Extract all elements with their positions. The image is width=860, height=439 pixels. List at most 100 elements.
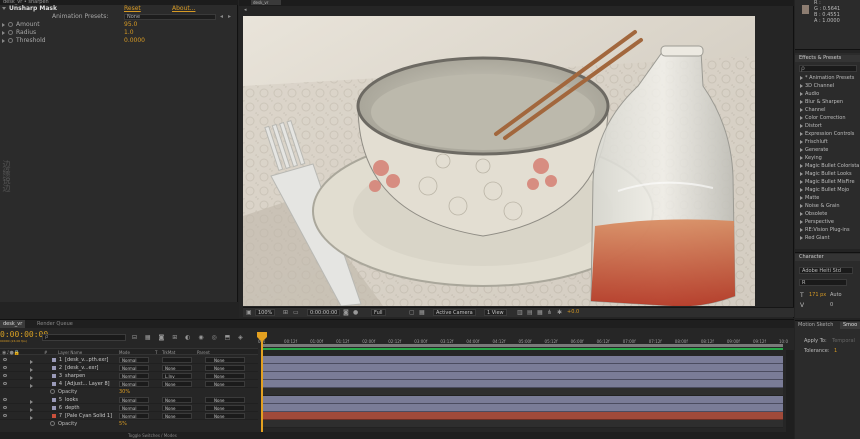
roi-icon[interactable]: ▢ [409, 309, 415, 316]
layer-name[interactable]: [Adjust... Layer 8] [65, 380, 110, 388]
effects-category[interactable]: Blur & Sharpen [800, 98, 843, 106]
layer-duration-bar[interactable] [262, 396, 783, 404]
presets-dropdown[interactable]: None [124, 14, 216, 20]
stopwatch-icon[interactable] [8, 37, 15, 45]
stopwatch-icon[interactable] [50, 420, 57, 428]
timeline-tab-comp[interactable]: desk_vr [0, 320, 26, 328]
timeline-search-input[interactable]: ρ [42, 334, 126, 341]
mode-dropdown[interactable]: Normal [119, 397, 149, 403]
menu-arrow-icon[interactable]: ◂ [244, 7, 252, 13]
stopwatch-icon[interactable] [50, 388, 57, 396]
effects-category[interactable]: Magic Bullet MisFire [800, 178, 855, 186]
eye-icon[interactable] [3, 374, 7, 377]
about-link[interactable]: About... [172, 5, 195, 13]
layer-duration-bar[interactable] [262, 412, 783, 420]
mode-dropdown[interactable]: Normal [119, 373, 149, 379]
effects-category[interactable]: Channel [800, 106, 826, 114]
layer-name[interactable]: sharpen [65, 372, 85, 380]
parent-dropdown[interactable]: None [205, 397, 245, 403]
stopwatch-icon[interactable] [8, 29, 15, 37]
layer-duration-bar[interactable] [262, 356, 783, 364]
camera-icon[interactable]: ◙ [343, 309, 349, 316]
composition-tab[interactable]: desk_vr [251, 0, 281, 5]
exposure-value[interactable]: +0.0 [567, 309, 579, 316]
zoom-dropdown[interactable]: 100% [255, 309, 276, 316]
work-area-bar[interactable] [262, 344, 783, 347]
timeline-switches-icons[interactable]: ⊟ ▦ ◙ ⊞ ◐ ◉ ◎ ⬒ ◈ [132, 334, 252, 342]
mode-dropdown[interactable]: Normal [119, 365, 149, 371]
channel-icon[interactable]: ● [353, 309, 358, 316]
effects-category[interactable]: Expression Controls [800, 130, 854, 138]
parent-dropdown[interactable]: None [205, 365, 245, 371]
trkmat-dropdown[interactable]: None [162, 405, 192, 411]
eye-icon[interactable] [3, 382, 7, 385]
effects-category[interactable]: Color Correction [800, 114, 846, 122]
font-size-value[interactable]: 171 px [809, 292, 826, 298]
effects-category[interactable]: Magic Bullet Looks [800, 170, 852, 178]
effects-category[interactable]: Noise & Grain [800, 202, 840, 210]
effects-category[interactable]: Red Giant [800, 234, 830, 242]
parent-dropdown[interactable]: None [205, 413, 245, 419]
trkmat-dropdown[interactable]: None [162, 365, 192, 371]
effects-category[interactable]: Perspective [800, 218, 834, 226]
mode-dropdown[interactable]: Normal [119, 357, 149, 363]
eye-icon[interactable] [3, 406, 7, 409]
eye-icon[interactable] [3, 366, 7, 369]
fast-preview-icon[interactable]: ▤ [527, 309, 533, 316]
apply-to-dropdown[interactable]: Temporal [832, 338, 855, 344]
reset-exposure-icon[interactable]: ✱ [557, 309, 562, 316]
timeline-icon[interactable]: ▦ [537, 309, 543, 316]
layer-name[interactable]: [desk_v...exr] [65, 364, 99, 372]
current-time-indicator[interactable] [261, 332, 263, 439]
transparency-grid-icon[interactable]: ▦ [419, 309, 425, 316]
timeline-scrollbar[interactable] [786, 350, 794, 432]
parent-dropdown[interactable]: None [205, 381, 245, 387]
effects-category[interactable]: 3D Channel [800, 82, 834, 90]
layer-duration-bar[interactable] [262, 404, 783, 412]
motion-sketch-tab[interactable]: Motion Sketch [795, 322, 839, 329]
grid-icon[interactable]: ⊞ [283, 309, 288, 316]
effects-presets-tab[interactable]: Effects & Presets [795, 55, 860, 62]
layer-name[interactable]: looks [65, 396, 78, 404]
effects-search-input[interactable]: ρ [799, 65, 857, 72]
preset-next-icon[interactable]: ▸ [228, 13, 231, 21]
layer-duration-bar[interactable] [262, 364, 783, 372]
layer-row[interactable]: 4 [Adjust... Layer 8] Normal None None [0, 380, 258, 388]
layer-duration-bar[interactable] [262, 380, 783, 388]
effects-category[interactable]: Magic Bullet Colorista [800, 162, 859, 170]
reset-link[interactable]: Reset [124, 5, 141, 13]
timeline-tab-render-queue[interactable]: Render Queue [34, 320, 76, 328]
layer-row[interactable]: 6 depth Normal None None [0, 404, 258, 412]
camera-dropdown[interactable]: Active Camera [433, 309, 476, 316]
trkmat-dropdown[interactable]: None [162, 397, 192, 403]
mask-icon[interactable]: ▭ [293, 309, 299, 316]
tolerance-value[interactable]: 1 [834, 348, 837, 354]
effects-category[interactable]: Keying [800, 154, 822, 162]
fx-icon[interactable] [2, 5, 9, 13]
layer-name[interactable]: [Pale Cyan Solid 1] [65, 412, 112, 420]
trkmat-dropdown[interactable]: None [162, 413, 192, 419]
layer-row[interactable]: 7 [Pale Cyan Solid 1] Normal None None [0, 412, 258, 420]
parent-dropdown[interactable]: None [205, 373, 245, 379]
parent-dropdown[interactable]: None [205, 357, 245, 363]
layer-row[interactable]: 1 [desk_v...pth.exr] Normal None [0, 356, 258, 364]
mode-dropdown[interactable]: Normal [119, 381, 149, 387]
col-layer-name[interactable]: Layer Name [58, 349, 82, 356]
eye-icon[interactable] [3, 414, 7, 417]
toggle-pixel-icon[interactable]: ▥ [517, 309, 523, 316]
toggle-switches-modes-button[interactable]: Toggle Switches / Modes [128, 432, 177, 439]
tracking-value[interactable]: 0 [830, 302, 833, 308]
resolution-dropdown[interactable]: Full [371, 309, 386, 316]
font-style-dropdown[interactable]: R [799, 279, 847, 286]
eye-icon[interactable] [3, 398, 7, 401]
effects-category[interactable]: Frischluft [800, 138, 828, 146]
property-value[interactable]: 30% [119, 388, 130, 396]
effects-category[interactable]: Audio [800, 90, 819, 98]
character-tab[interactable]: Character [795, 254, 860, 261]
layer-name[interactable]: [desk_v...pth.exr] [65, 356, 108, 364]
view-layout-dropdown[interactable]: 1 View [484, 309, 507, 316]
composition-viewer[interactable] [243, 16, 755, 306]
param-value[interactable]: 0.0000 [124, 37, 145, 45]
mode-dropdown[interactable]: Normal [119, 413, 149, 419]
smoother-tab[interactable]: Smoo [840, 322, 860, 329]
